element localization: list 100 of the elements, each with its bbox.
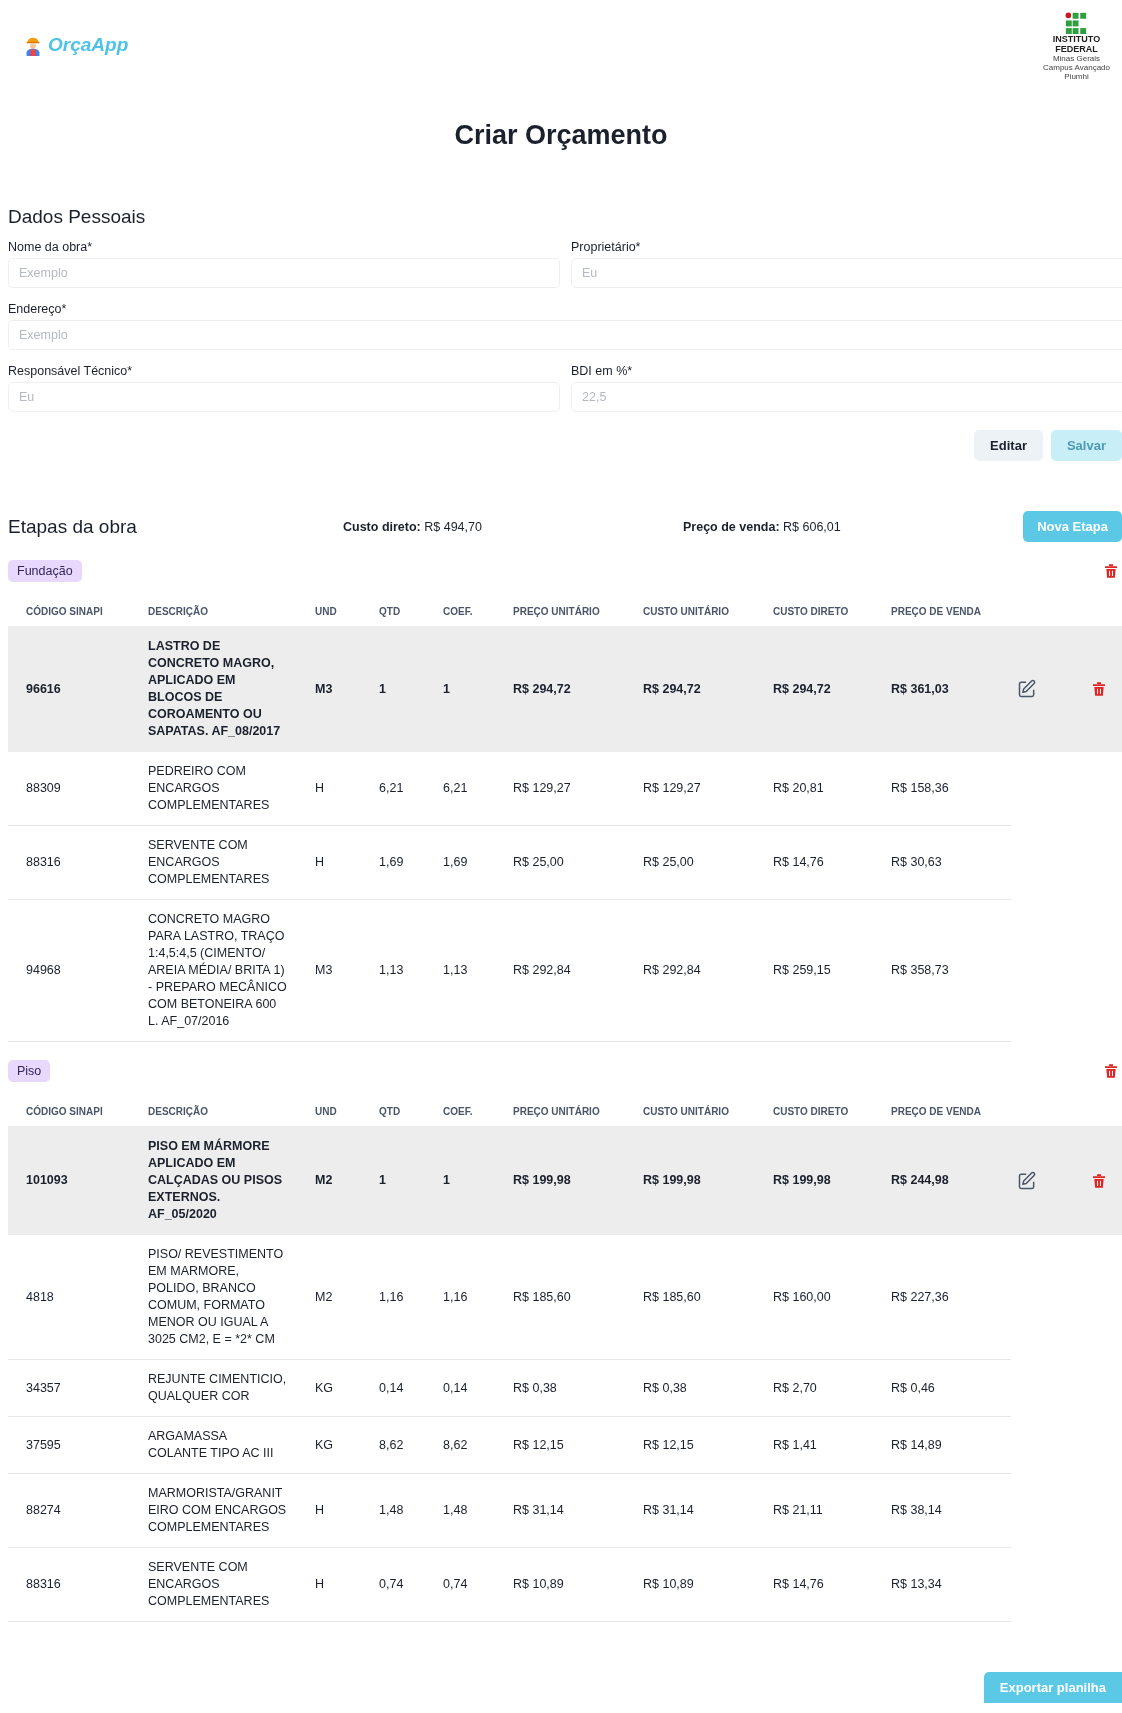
table-cell-text: 6,21 <box>443 780 469 797</box>
input-field[interactable]: Eu <box>571 258 1122 288</box>
export-button[interactable]: Exportar planilha <box>983 1672 1122 1703</box>
table-cell-text: 1 <box>443 1172 451 1189</box>
table-cell-text: 34357 <box>26 1379 62 1397</box>
page-title: Criar Orçamento <box>453 120 669 152</box>
table-cell-text: R$ 10,89 <box>513 1576 565 1593</box>
table-cell-text: 4818 <box>26 1288 55 1306</box>
input-field[interactable]: 22,5 <box>571 382 1122 412</box>
column-header: QTD <box>379 1105 402 1117</box>
field-label: Proprietário* <box>571 240 642 254</box>
section-heading: Dados Pessoais <box>8 206 147 228</box>
table-cell-text: R$ 12,15 <box>513 1436 565 1454</box>
table-cell-text: R$ 10,89 <box>643 1576 695 1593</box>
table-cell-text: 1,69 <box>379 854 405 871</box>
table-cell-text: M3 <box>315 680 334 698</box>
table-cell-text: R$ 12,15 <box>643 1436 695 1454</box>
edit-icon[interactable] <box>1017 679 1037 699</box>
table-cell-text: R$ 0,46 <box>891 1379 936 1397</box>
table-cell-text: KG <box>315 1436 335 1454</box>
column-header: CUSTO UNITÁRIO <box>643 605 730 617</box>
column-header: UND <box>315 1105 338 1117</box>
table-cell-text: 1,13 <box>443 962 469 979</box>
table-cell-text: R$ 31,14 <box>513 1502 565 1519</box>
section-heading: Etapas da obra <box>8 515 138 538</box>
table-cell-text: 1 <box>443 680 451 698</box>
table-cell-text: 1 <box>379 680 387 698</box>
table-cell-text: R$ 20,81 <box>773 780 825 797</box>
table-cell-text: 88309 <box>26 780 62 797</box>
table-cell-text: SERVENTE COM ENCARGOS COMPLEMENTARES <box>148 837 271 888</box>
field-label: Nome da obra* <box>8 240 94 254</box>
table-cell-text: R$ 13,34 <box>891 1576 943 1593</box>
table-cell-text: KG <box>315 1379 335 1397</box>
trash-icon[interactable] <box>1103 1062 1119 1080</box>
table-cell-text: R$ 361,03 <box>891 680 950 698</box>
stage-tag: Piso <box>8 1060 51 1082</box>
column-header: CÓDIGO SINAPI <box>26 605 104 617</box>
table-cell-text: PEDREIRO COM ENCARGOS COMPLEMENTARES <box>148 763 271 814</box>
column-header: CUSTO DIRETO <box>773 605 850 617</box>
table-cell-text: R$ 129,27 <box>643 780 702 797</box>
table-cell-text: R$ 294,72 <box>513 680 572 698</box>
table-cell-text: R$ 292,84 <box>513 962 572 979</box>
column-header: DESCRIÇÃO <box>148 605 209 617</box>
trash-icon[interactable] <box>1091 1171 1107 1190</box>
table-cell-text: R$ 25,00 <box>513 854 565 871</box>
table-cell-text: R$ 199,98 <box>513 1172 572 1189</box>
column-header: PREÇO DE VENDA <box>891 1105 982 1117</box>
table-cell-text: R$ 292,84 <box>643 962 702 979</box>
table-cell-text: R$ 199,98 <box>773 1172 832 1189</box>
table-cell-text: R$ 160,00 <box>773 1288 832 1306</box>
edit-icon[interactable] <box>1017 1170 1037 1191</box>
column-header: DESCRIÇÃO <box>148 1105 209 1117</box>
table-cell-text: 1 <box>379 1172 387 1189</box>
table-cell-text: R$ 185,60 <box>643 1288 702 1306</box>
table-cell-text: R$ 358,73 <box>891 962 950 979</box>
table-cell-text: 94968 <box>26 962 62 979</box>
table-cell-text: 0,74 <box>443 1576 469 1593</box>
table-cell-text: 0,14 <box>379 1379 405 1397</box>
field-label: Responsável Técnico* <box>8 364 134 378</box>
input-field[interactable]: Exemplo <box>8 320 1122 350</box>
table-cell-text: R$ 259,15 <box>773 962 832 979</box>
table-cell-text: M2 <box>315 1172 334 1189</box>
table-cell-text: 101093 <box>26 1172 69 1189</box>
table-cell-text: M3 <box>315 962 334 979</box>
table-cell: MARMORISTA/GRANIT EIRO COM ENCARGOS COMPLEMENTARES <box>148 1485 288 1536</box>
direct-cost-summary: Custo direto: R$ 494,70 <box>343 519 483 534</box>
table-cell-text: 96616 <box>26 680 62 698</box>
column-header: QTD <box>379 605 402 617</box>
table-cell-text: 1,16 <box>379 1288 405 1306</box>
column-header: COEF. <box>443 1105 474 1117</box>
column-header: PREÇO DE VENDA <box>891 605 982 617</box>
new-stage-button[interactable]: Nova Etapa <box>1023 511 1122 542</box>
table-cell-text: 1,48 <box>379 1502 405 1519</box>
table-cell-text: 8,62 <box>379 1436 405 1454</box>
field-label: Endereço* <box>8 302 68 316</box>
trash-icon[interactable] <box>1091 680 1107 698</box>
table-cell-text: 37595 <box>26 1436 62 1454</box>
table-cell-text: ARGAMASSA COLANTE TIPO AC III <box>148 1428 275 1462</box>
table-cell-text: R$ 0,38 <box>643 1379 688 1397</box>
table-cell-text: 6,21 <box>379 780 405 797</box>
table-cell: CONCRETO MAGRO PARA LASTRO, TRAÇO 1:4,5:4,5 (CIMENTO/ AREIA MÉDIA/ BRITA 1) - PREPARO MECÂNICO COM BETONEIRA 600 L. AF_07/2016 <box>148 911 288 1030</box>
table-cell-text: R$ 14,89 <box>891 1436 943 1454</box>
table-cell: REJUNTE CIMENTICIO, QUALQUER COR <box>148 1371 288 1405</box>
app-name[interactable]: OrçaApp <box>48 34 129 56</box>
institute-caption: Piumhi <box>1064 72 1089 81</box>
sale-price-summary: Preço de venda: R$ 606,01 <box>683 519 842 534</box>
table-cell-text: M2 <box>315 1288 334 1306</box>
input-field[interactable]: Eu <box>8 382 560 412</box>
table-cell-text: R$ 294,72 <box>643 680 702 698</box>
table-cell-text: R$ 199,98 <box>643 1172 702 1189</box>
edit-button[interactable]: Editar <box>974 430 1043 461</box>
table-cell-text: 1,13 <box>379 962 405 979</box>
input-field[interactable]: Exemplo <box>8 258 560 288</box>
table-cell-text: 1,69 <box>443 854 469 871</box>
trash-icon[interactable] <box>1103 562 1119 580</box>
table-cell-text: 88316 <box>26 854 62 871</box>
table-cell-text: R$ 25,00 <box>643 854 695 871</box>
table-cell-text: R$ 31,14 <box>643 1502 695 1519</box>
table-cell-text: R$ 1,41 <box>773 1436 818 1454</box>
institute-name: FEDERAL <box>1055 44 1098 54</box>
